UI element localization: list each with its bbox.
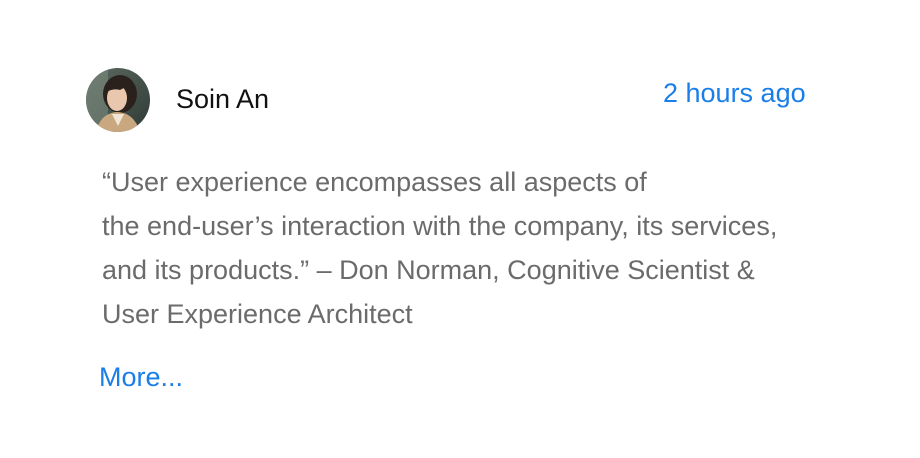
quote-text: “User experience encompasses all aspects… [102,160,777,336]
quote-line: User Experience Architect [102,299,413,329]
avatar-photo [86,68,150,132]
quote-line: and its products.” – Don Norman, Cogniti… [102,255,755,285]
author-name[interactable]: Soin An [176,84,269,115]
post-card: Soin An 2 hours ago “User experience enc… [0,0,920,458]
quote-line: “User experience encompasses all aspects… [102,167,647,197]
quote-line: the end-user’s interaction with the comp… [102,211,778,241]
avatar[interactable] [86,68,150,132]
post-timestamp-link[interactable]: 2 hours ago [663,78,806,109]
more-link[interactable]: More... [99,362,183,393]
